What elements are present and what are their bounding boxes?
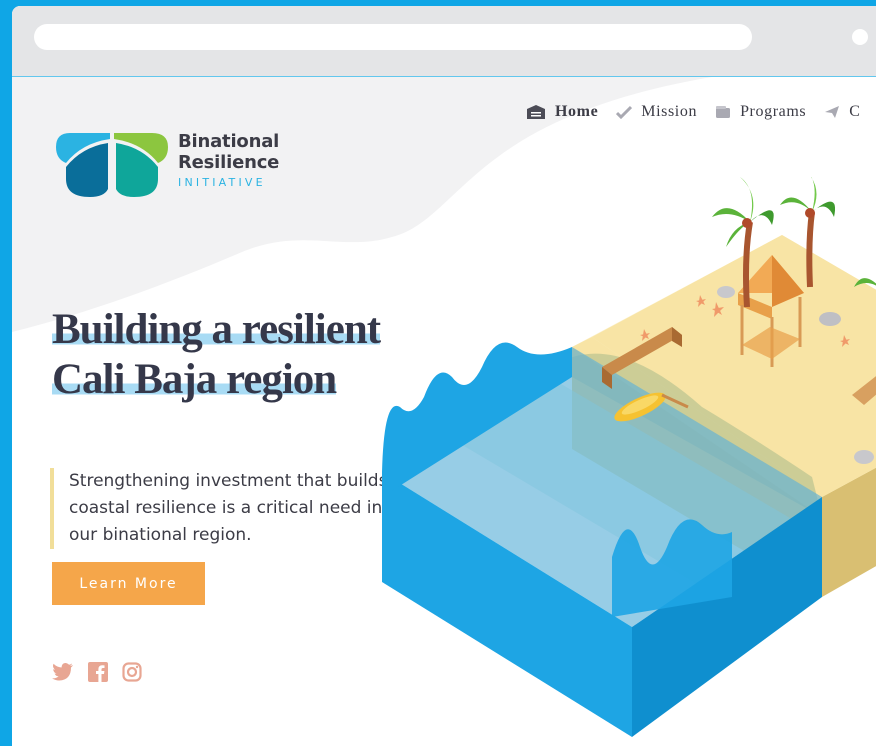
hero-title-line1: Building a resilient — [52, 306, 381, 353]
butterfly-logo-icon — [56, 133, 168, 197]
page-content: Binational Resilience INITIATIVE Home Mi… — [12, 77, 876, 746]
facebook-icon[interactable] — [88, 662, 108, 682]
nav-label-home: Home — [555, 103, 599, 120]
nav-label-contact: C — [849, 103, 861, 120]
instagram-icon[interactable] — [122, 662, 142, 682]
browser-toolbar — [12, 6, 876, 77]
browser-window: Binational Resilience INITIATIVE Home Mi… — [12, 6, 876, 746]
checkmark-icon — [616, 105, 633, 119]
logo[interactable] — [52, 129, 172, 204]
logo-wordmark: Binational Resilience INITIATIVE — [178, 131, 280, 189]
address-bar[interactable] — [34, 24, 752, 50]
window-control-dot[interactable] — [852, 29, 868, 45]
main-nav: Home Mission Programs C — [526, 103, 876, 121]
wallet-icon — [716, 106, 731, 118]
nav-item-programs[interactable]: Programs — [715, 103, 806, 121]
hero-title: Building a resilient Cali Baja region — [52, 305, 381, 405]
nav-label-mission: Mission — [641, 103, 698, 120]
social-links — [52, 662, 156, 682]
house-icon — [527, 105, 545, 119]
nav-item-contact[interactable]: C — [824, 103, 860, 121]
hero-title-line2: Cali Baja region — [52, 356, 337, 403]
paper-plane-icon — [825, 106, 840, 118]
twitter-icon[interactable] — [52, 663, 74, 681]
isometric-beach-illustration — [382, 177, 876, 737]
logo-name-line1: Binational — [178, 131, 280, 152]
nav-item-home[interactable]: Home — [526, 103, 598, 121]
logo-name-line3: INITIATIVE — [178, 176, 266, 189]
nav-item-mission[interactable]: Mission — [616, 103, 697, 121]
nav-label-programs: Programs — [740, 103, 807, 120]
hero-lead-text: Strengthening investment that builds coa… — [50, 468, 399, 549]
logo-name-line2: Resilience — [178, 152, 280, 173]
learn-more-button[interactable]: Learn More — [52, 562, 205, 605]
